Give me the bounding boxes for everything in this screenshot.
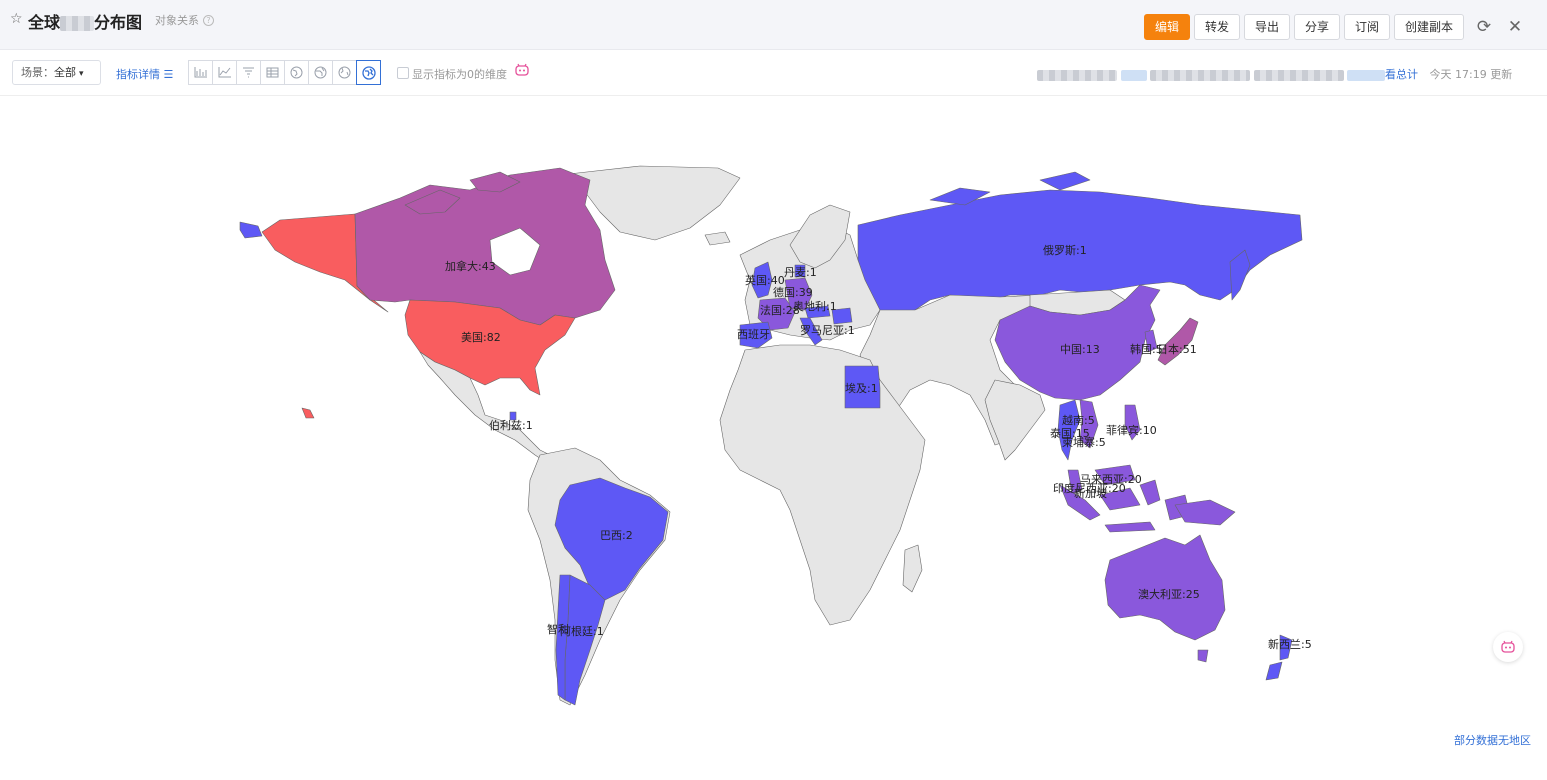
view-total-link[interactable]: 看总计 [1385, 68, 1418, 81]
label-belize: 伯利兹:1 [489, 418, 533, 432]
world-map-svg: 加拿大:43 美国:82 俄罗斯:1 中国:13 韩国:5 日本:51 英国:4… [239, 165, 1312, 706]
label-new-zealand: 新西兰:5 [1268, 637, 1312, 651]
world-map-icon[interactable] [332, 60, 357, 85]
label-philippines: 菲律宾:10 [1106, 423, 1157, 437]
label-egypt: 埃及:1 [845, 381, 878, 395]
label-argentina: 阿根廷:1 [560, 624, 604, 638]
show-zero-label: 显示指标为0的维度 [412, 68, 507, 81]
region-canada[interactable] [354, 167, 616, 326]
update-meta: 看总计 今天 17:19 更新 [1037, 66, 1512, 82]
redacted-text [1150, 69, 1250, 81]
label-brazil: 巴西:2 [600, 529, 633, 542]
page-title: 全球 分布图 [28, 13, 143, 32]
redacted-text [1120, 69, 1147, 81]
forward-button[interactable]: 转发 [1194, 14, 1241, 40]
redacted-text [60, 16, 95, 31]
label-uk: 英国:40 [745, 273, 785, 287]
duplicate-button[interactable]: 创建副本 [1394, 14, 1465, 40]
list-icon: ☰ [163, 68, 174, 81]
top-bar: ☆ 全球 分布图 对象关系? 编辑 转发 导出 分享 订阅 创建副本 ⟳ ✕ [0, 0, 1547, 50]
region-tasmania [1197, 649, 1209, 663]
region-india[interactable] [984, 379, 1046, 461]
region-japan[interactable] [1157, 317, 1199, 366]
label-australia: 澳大利亚:25 [1138, 587, 1200, 601]
metric-detail-link[interactable]: 指标详情 ☰ [116, 66, 173, 82]
label-canada: 加拿大:43 [445, 259, 496, 273]
subscribe-button[interactable]: 订阅 [1344, 14, 1391, 40]
region-hawaii [301, 407, 315, 419]
label-indonesia: 新加坡 [1074, 486, 1107, 500]
assistant-bot-icon[interactable] [514, 63, 530, 81]
redacted-text [1253, 69, 1344, 81]
label-denmark: 丹麦:1 [784, 266, 817, 279]
share-button[interactable]: 分享 [1294, 14, 1341, 40]
export-button[interactable]: 导出 [1244, 14, 1291, 40]
line-chart-icon[interactable] [212, 60, 237, 85]
globe-chart-icon[interactable] [308, 60, 333, 85]
close-icon[interactable]: ✕ [1503, 15, 1527, 39]
region-iceland[interactable] [704, 231, 731, 246]
label-japan: 日本:51 [1157, 342, 1197, 356]
region-alaska-islands [239, 221, 263, 239]
toolbar: 场景：全部 ▾ 指标详情 ☰ 显示指标为0的维度 看总计 今天 17:19 更新 [0, 50, 1547, 96]
bar-chart-icon[interactable] [188, 60, 213, 85]
label-vietnam: 越南:5 [1062, 413, 1095, 427]
region-madagascar[interactable] [902, 544, 923, 593]
label-russia: 俄罗斯:1 [1043, 244, 1087, 257]
world-region-map-icon[interactable] [356, 60, 381, 85]
region-new-guinea[interactable] [1174, 499, 1236, 526]
assistant-float-icon[interactable] [1493, 632, 1523, 662]
label-cambodia: 柬埔寨:5 [1062, 435, 1106, 449]
label-romania: 罗马尼亚:1 [800, 324, 855, 337]
star-icon[interactable]: ☆ [10, 11, 23, 27]
help-icon[interactable]: ? [203, 15, 214, 26]
world-map-chart: 加拿大:43 美国:82 俄罗斯:1 中国:13 韩国:5 日本:51 英国:4… [0, 97, 1547, 776]
updated-time: 今天 17:19 更新 [1429, 68, 1513, 81]
label-spain: 西班牙 [737, 328, 770, 341]
redacted-text [1037, 69, 1117, 81]
scene-select[interactable]: 场景：全部 ▾ [12, 60, 101, 85]
no-region-data-link[interactable]: 部分数据无地区 [1454, 732, 1531, 748]
chart-type-switcher [188, 60, 381, 85]
refresh-icon[interactable]: ⟳ [1472, 15, 1496, 39]
map-chart-icon[interactable] [284, 60, 309, 85]
label-usa: 美国:82 [461, 331, 501, 344]
label-germany: 德国:39 [773, 285, 813, 299]
label-austria: 奥地利:1 [793, 299, 837, 313]
edit-button[interactable]: 编辑 [1144, 14, 1191, 40]
object-relation-link[interactable]: 对象关系? [155, 12, 214, 28]
redacted-text [1347, 69, 1385, 81]
label-china: 中国:13 [1060, 343, 1100, 356]
table-icon[interactable] [260, 60, 285, 85]
show-zero-checkbox[interactable] [397, 67, 409, 79]
chevron-down-icon: ▾ [79, 69, 84, 79]
funnel-chart-icon[interactable] [236, 60, 261, 85]
